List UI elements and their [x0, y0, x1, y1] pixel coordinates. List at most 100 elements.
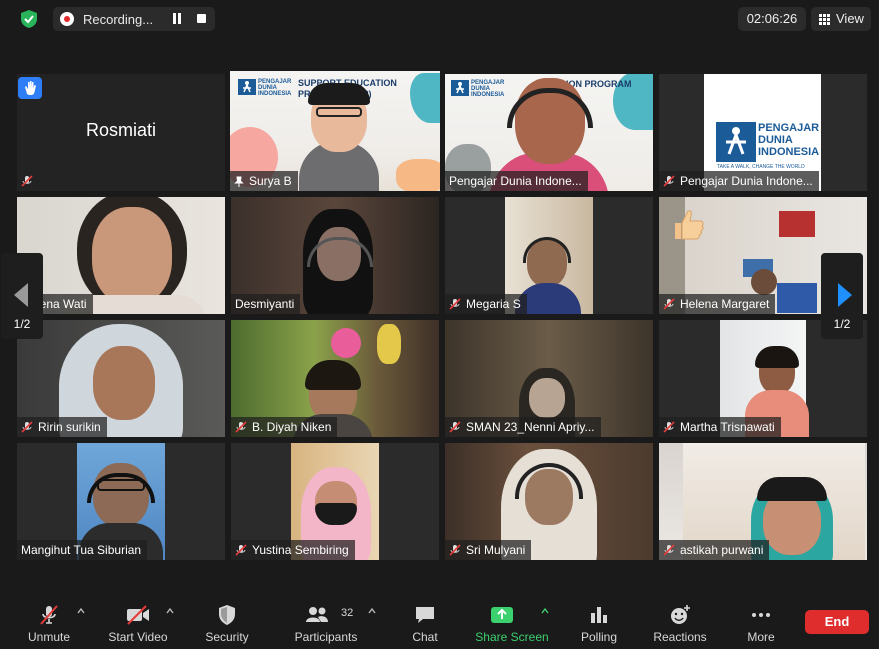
tile-name-bar: Pengajar Dunia Indone...: [445, 171, 588, 191]
participant-name: Martha Trisnawati: [680, 420, 775, 434]
start-video-button[interactable]: Start Video: [100, 597, 176, 649]
page-indicator: 1/2: [13, 317, 31, 331]
pause-recording-icon[interactable]: [170, 12, 184, 26]
next-page-button[interactable]: 1/2: [821, 253, 863, 339]
video-tile[interactable]: Megaria S: [445, 197, 653, 314]
meeting-topbar: Recording... 02:06:26 View: [0, 0, 879, 38]
tile-name-bar: Desmiyanti: [231, 294, 301, 314]
video-tile[interactable]: Ririn surikin: [17, 320, 225, 437]
unmute-label: Unmute: [27, 630, 71, 644]
chat-label: Chat: [412, 630, 438, 644]
video-tile[interactable]: Desmiyanti: [231, 197, 439, 314]
video-tile[interactable]: SMAN 23_Nenni Apriy...: [445, 320, 653, 437]
mic-muted-icon: [449, 298, 461, 310]
participant-name: Pengajar Dunia Indone...: [680, 174, 813, 188]
video-tile[interactable]: PENGAJAR DUNIA INDONESIA ION PROGRAM Penga…: [445, 74, 653, 191]
thumbs-up-reaction-icon: [675, 210, 704, 240]
video-tile[interactable]: Sri Mulyani: [445, 443, 653, 560]
view-label: View: [836, 11, 864, 26]
tile-name-bar: [17, 171, 44, 191]
chevron-up-icon[interactable]: [541, 607, 549, 615]
bar-chart-icon: [591, 607, 607, 623]
mic-muted-icon: [663, 175, 675, 187]
tile-name-bar: Surya B: [230, 171, 298, 191]
video-tile-active-speaker[interactable]: PENGAJARDUNIAINDONESIA SUPPORT EDUCATION…: [230, 71, 440, 191]
end-meeting-button[interactable]: End: [805, 610, 869, 634]
participant-name: Pengajar Dunia Indone...: [449, 174, 582, 188]
smiley-add-icon: [671, 605, 690, 624]
participants-count: 32: [341, 607, 354, 619]
arrow-right-icon: [838, 283, 852, 307]
participant-name: SMAN 23_Nenni Apriy...: [466, 420, 595, 434]
reactions-button[interactable]: Reactions: [648, 597, 712, 649]
unmute-button[interactable]: Unmute: [18, 597, 80, 649]
share-screen-button[interactable]: Share Screen: [470, 597, 554, 649]
meeting-controls-toolbar: Unmute Start Video Security 32 Participa…: [0, 597, 879, 649]
video-tile[interactable]: PENGAJAR DUNIA INDONESIA TAKE A WALK, CHAN…: [659, 74, 867, 191]
microphone-muted-icon: [40, 605, 58, 625]
tile-name-bar: Helena Margaret: [659, 294, 776, 314]
tile-name-bar: Sri Mulyani: [445, 540, 532, 560]
video-tile[interactable]: Yustina Sembiring: [231, 443, 439, 560]
tile-name-bar: Martha Trisnawati: [659, 417, 781, 437]
pin-icon: [234, 176, 244, 187]
start-video-label: Start Video: [108, 630, 168, 644]
participant-name: B. Diyah Niken: [252, 420, 332, 434]
view-button[interactable]: View: [811, 7, 871, 31]
video-tile[interactable]: B. Diyah Niken: [231, 320, 439, 437]
security-shield-icon[interactable]: [18, 8, 40, 30]
mic-muted-icon: [235, 421, 247, 433]
meeting-timer: 02:06:26: [738, 7, 806, 31]
participant-name: Ririn surikin: [38, 420, 101, 434]
tile-name-bar: SMAN 23_Nenni Apriy...: [445, 417, 601, 437]
reactions-label: Reactions: [653, 630, 707, 644]
security-button[interactable]: Security: [198, 597, 256, 649]
share-screen-icon: [490, 607, 513, 623]
more-label: More: [747, 630, 775, 644]
mic-muted-icon: [21, 175, 33, 187]
raised-hand-icon: [18, 77, 42, 99]
logo-text: PENGAJAR DUNIA INDONESIA: [258, 79, 292, 97]
chat-bubble-icon: [416, 607, 434, 623]
polling-button[interactable]: Polling: [574, 597, 624, 649]
chevron-up-icon[interactable]: [166, 607, 174, 615]
video-tile[interactable]: Mangihut Tua Siburian: [17, 443, 225, 560]
mic-muted-icon: [663, 421, 675, 433]
arrow-left-icon: [14, 283, 28, 307]
grid-view-icon: [819, 14, 830, 25]
mic-muted-icon: [449, 544, 461, 556]
stop-recording-icon[interactable]: [197, 14, 206, 23]
shield-icon: [219, 605, 235, 625]
chat-button[interactable]: Chat: [402, 597, 448, 649]
tile-name-bar: Megaria S: [445, 294, 527, 314]
participants-button[interactable]: 32 Participants: [288, 597, 364, 649]
tile-name-bar: Pengajar Dunia Indone...: [659, 171, 819, 191]
mic-muted-icon: [663, 544, 675, 556]
more-dots-icon: [752, 613, 770, 617]
tile-name-bar: Yustina Sembiring: [231, 540, 355, 560]
video-tile[interactable]: Serena Wati: [17, 197, 225, 314]
participant-name: astikah purwani: [680, 543, 764, 557]
chevron-up-icon[interactable]: [368, 607, 376, 615]
pengajar-logo-icon: [451, 80, 469, 96]
recording-indicator: Recording...: [53, 7, 215, 31]
pengajar-logo-icon: [238, 79, 256, 95]
polling-label: Polling: [580, 630, 618, 644]
mic-muted-icon: [663, 298, 675, 310]
participant-name: Mangihut Tua Siburian: [21, 543, 142, 557]
video-tile[interactable]: Rosmiati: [17, 74, 225, 191]
participant-name-large: Rosmiati: [85, 120, 156, 140]
more-button[interactable]: More: [738, 597, 784, 649]
participant-name: Surya B: [249, 174, 292, 188]
previous-page-button[interactable]: 1/2: [1, 253, 43, 339]
tile-name-bar: Mangihut Tua Siburian: [17, 540, 148, 560]
banner-title: ION PROGRAM: [566, 79, 632, 89]
pengajar-logo-icon: [716, 122, 756, 162]
recording-dot-icon: [60, 12, 74, 26]
mic-muted-icon: [235, 544, 247, 556]
recording-label: Recording...: [83, 11, 154, 27]
security-label: Security: [205, 630, 249, 644]
video-camera-off-icon: [127, 605, 149, 625]
video-tile[interactable]: astikah purwani: [659, 443, 867, 560]
chevron-up-icon[interactable]: [77, 607, 85, 615]
